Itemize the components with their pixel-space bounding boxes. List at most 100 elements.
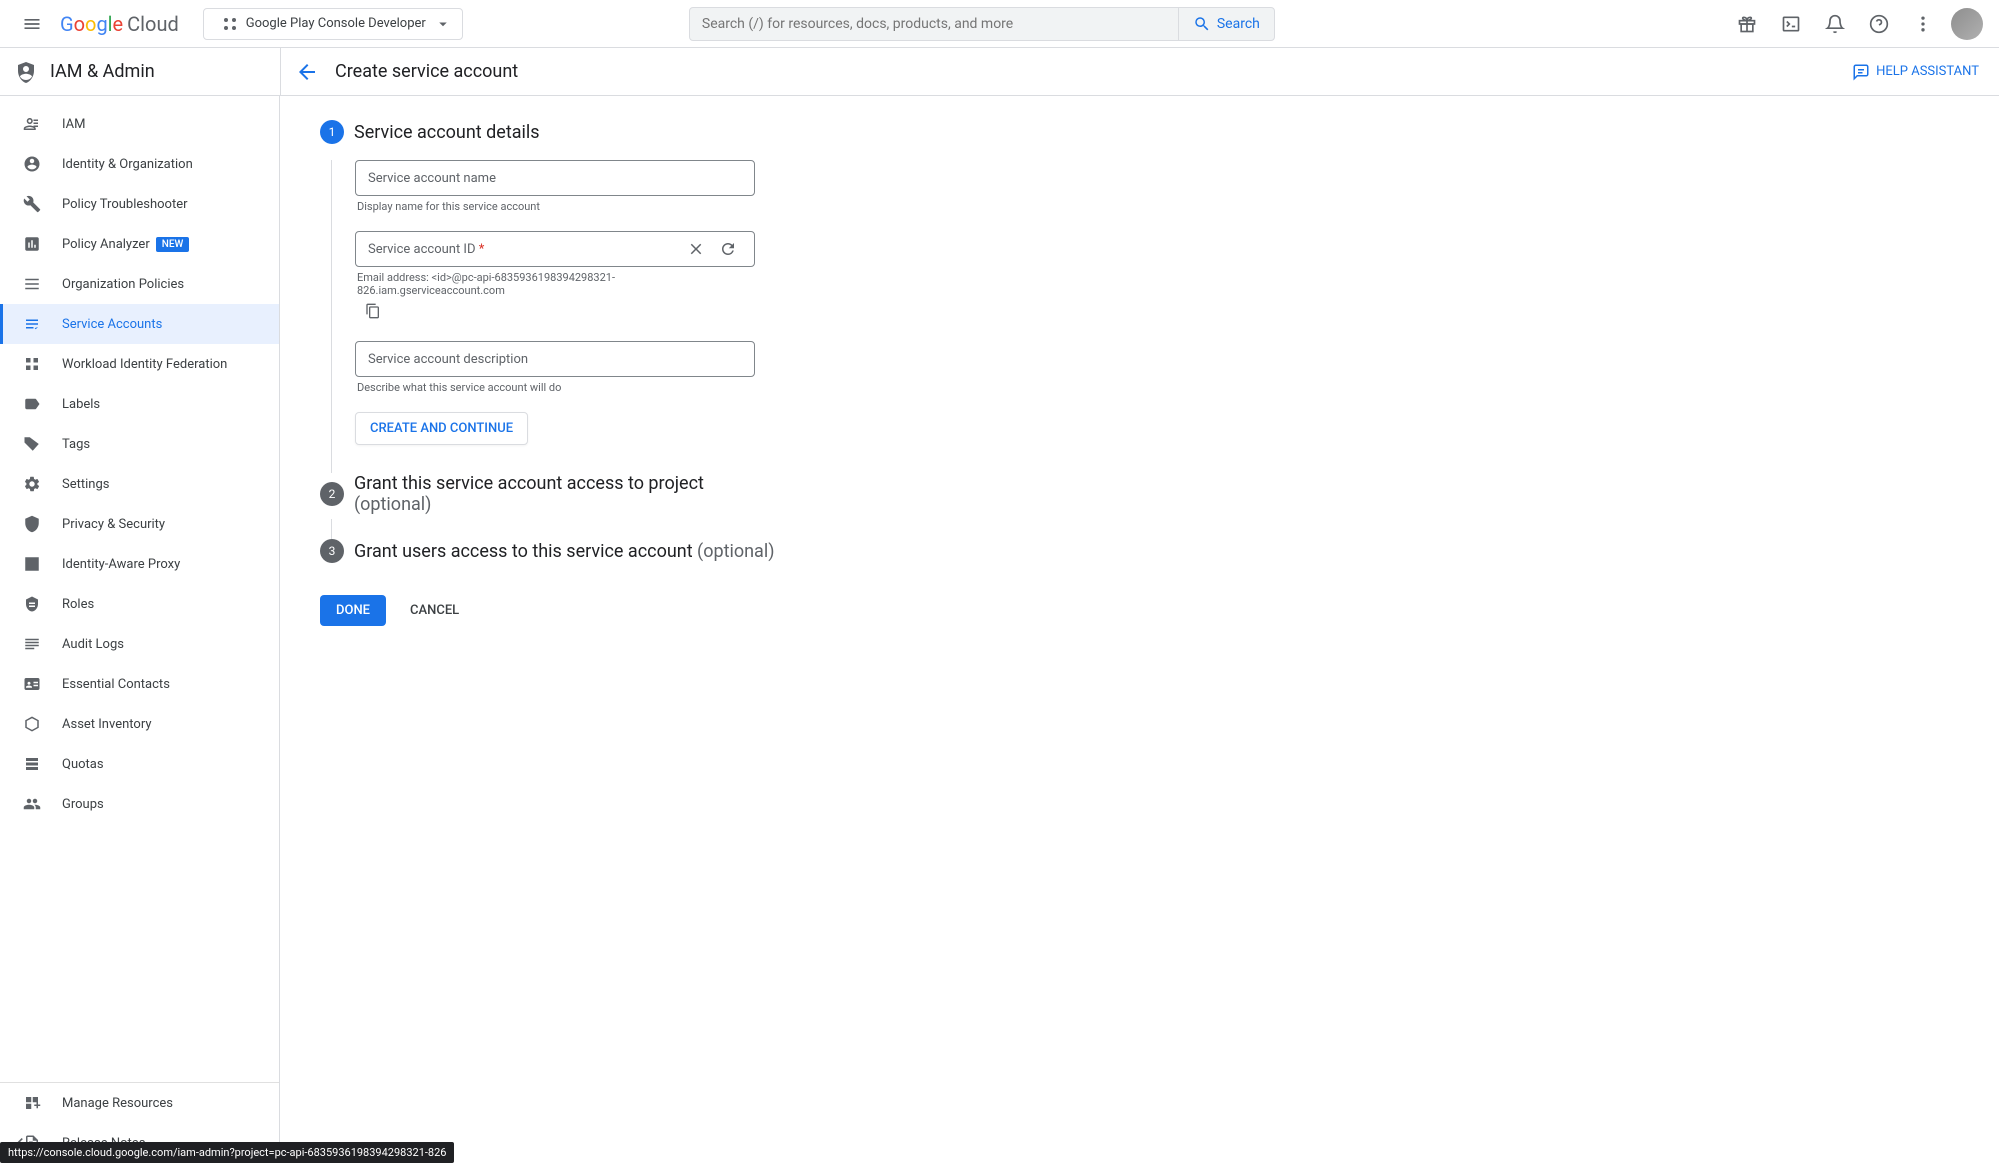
page-head: Create service account HELP ASSISTANT <box>280 48 1999 95</box>
section-title: IAM & Admin <box>50 61 155 82</box>
privacy-icon <box>20 512 44 536</box>
refresh-id-button[interactable] <box>714 235 742 263</box>
sidebar-item-label: Privacy & Security <box>62 517 165 532</box>
sidebar-item-label: Groups <box>62 797 104 812</box>
sidebar-item-audit-logs[interactable]: Audit Logs <box>0 624 279 664</box>
search-bar: Search <box>689 7 1275 41</box>
sidebar-item-label: Settings <box>62 477 109 492</box>
top-header: GoogleCloud Google Play Console Develope… <box>0 0 1999 48</box>
sidebar-item-identity-aware-proxy[interactable]: Identity-Aware Proxy <box>0 544 279 584</box>
label-icon <box>20 392 44 416</box>
sidebar-item-label: Policy Analyzer <box>62 237 150 252</box>
step3-number: 3 <box>320 539 344 563</box>
step2-head[interactable]: 2 Grant this service account access to p… <box>320 473 1959 515</box>
tag-icon <box>20 432 44 456</box>
sidebar-item-label: Identity & Organization <box>62 157 193 172</box>
user-avatar[interactable] <box>1951 8 1983 40</box>
sidebar-item-label: Essential Contacts <box>62 677 170 692</box>
sidebar-item-groups[interactable]: Groups <box>0 784 279 824</box>
iam-shield-icon <box>14 60 38 84</box>
google-cloud-logo[interactable]: GoogleCloud <box>60 12 179 36</box>
sidebar-item-labels[interactable]: Labels <box>0 384 279 424</box>
sidebar-item-label: Roles <box>62 597 94 612</box>
search-icon <box>1193 15 1211 33</box>
search-button[interactable]: Search <box>1178 8 1274 40</box>
done-button[interactable]: DONE <box>320 595 386 626</box>
copy-email-button[interactable] <box>365 303 381 319</box>
sidebar-item-label: Policy Troubleshooter <box>62 197 188 212</box>
close-icon <box>687 240 705 258</box>
logs-icon <box>20 632 44 656</box>
step2-body <box>331 519 1959 539</box>
help-assistant-button[interactable]: HELP ASSISTANT <box>1852 63 1979 81</box>
step2-number: 2 <box>320 482 344 506</box>
list-icon <box>20 272 44 296</box>
step2-optional: (optional) <box>354 494 431 515</box>
sub-header: IAM & Admin Create service account HELP … <box>0 48 1999 96</box>
sidebar-item-label: Labels <box>62 397 100 412</box>
groups-icon <box>20 792 44 816</box>
sidebar-item-tags[interactable]: Tags <box>0 424 279 464</box>
service-account-name-input[interactable]: Service account name <box>355 160 755 196</box>
section-title-area: IAM & Admin <box>0 48 280 95</box>
bell-icon <box>1825 14 1845 34</box>
sidebar-item-quotas[interactable]: Quotas <box>0 744 279 784</box>
sidebar-item-roles[interactable]: Roles <box>0 584 279 624</box>
resources-icon <box>20 1091 44 1115</box>
sidebar-item-iam[interactable]: IAM <box>0 104 279 144</box>
step3-optional: (optional) <box>697 541 774 562</box>
clear-id-button[interactable] <box>682 235 710 263</box>
person-icon <box>20 152 44 176</box>
cancel-button[interactable]: CANCEL <box>394 595 475 626</box>
console-icon <box>1781 14 1801 34</box>
sidebar-item-policy-troubleshooter[interactable]: Policy Troubleshooter <box>0 184 279 224</box>
sidebar-item-workload-identity-federation[interactable]: Workload Identity Federation <box>0 344 279 384</box>
service-account-id-input[interactable]: Service account ID * <box>355 231 755 267</box>
gear-icon <box>20 472 44 496</box>
sidebar-item-manage-resources[interactable]: Manage Resources <box>0 1083 279 1123</box>
chat-icon <box>1852 63 1870 81</box>
gift-button[interactable] <box>1727 4 1767 44</box>
sidebar-item-label: Service Accounts <box>62 317 162 332</box>
sidebar-item-service-accounts[interactable]: Service Accounts <box>0 304 279 344</box>
desc-label: Service account description <box>368 352 528 367</box>
sidebar-item-essential-contacts[interactable]: Essential Contacts <box>0 664 279 704</box>
search-input[interactable] <box>690 16 1178 32</box>
desc-helper: Describe what this service account will … <box>357 381 755 394</box>
service-account-description-input[interactable]: Service account description <box>355 341 755 377</box>
step1-body: Service account name Display name for th… <box>331 160 1959 473</box>
sidebar-item-label: Organization Policies <box>62 277 184 292</box>
sidebar-item-privacy-security[interactable]: Privacy & Security <box>0 504 279 544</box>
sidebar-item-organization-policies[interactable]: Organization Policies <box>0 264 279 304</box>
project-icon <box>222 16 238 32</box>
quotas-icon <box>20 752 44 776</box>
sidebar-item-asset-inventory[interactable]: Asset Inventory <box>0 704 279 744</box>
roles-icon <box>20 592 44 616</box>
project-name: Google Play Console Developer <box>246 16 426 31</box>
step3-head[interactable]: 3 Grant users access to this service acc… <box>320 539 1959 563</box>
search-button-label: Search <box>1217 16 1260 32</box>
more-button[interactable] <box>1903 4 1943 44</box>
step1-number: 1 <box>320 120 344 144</box>
create-and-continue-button[interactable]: CREATE AND CONTINUE <box>355 412 528 445</box>
sidebar-item-settings[interactable]: Settings <box>0 464 279 504</box>
help-button[interactable] <box>1859 4 1899 44</box>
iam-icon <box>20 112 44 136</box>
hamburger-menu[interactable] <box>8 0 56 48</box>
sidebar-item-label: Asset Inventory <box>62 717 151 732</box>
new-badge: NEW <box>156 237 190 252</box>
name-helper: Display name for this service account <box>357 200 755 213</box>
notifications-button[interactable] <box>1815 4 1855 44</box>
status-url: https://console.cloud.google.com/iam-adm… <box>0 1142 454 1163</box>
back-button[interactable] <box>295 60 335 84</box>
step1-head: 1 Service account details <box>320 120 1959 144</box>
id-label: Service account ID <box>368 242 476 257</box>
project-selector[interactable]: Google Play Console Developer <box>203 8 463 40</box>
console-button[interactable] <box>1771 4 1811 44</box>
sidebar-item-identity-organization[interactable]: Identity & Organization <box>0 144 279 184</box>
sidebar-item-policy-analyzer[interactable]: Policy Analyzer NEW <box>0 224 279 264</box>
gift-icon <box>1737 14 1757 34</box>
main-content: 1 Service account details Service accoun… <box>280 96 1999 1163</box>
sidebar-item-label: Quotas <box>62 757 104 772</box>
page-title: Create service account <box>335 61 518 82</box>
